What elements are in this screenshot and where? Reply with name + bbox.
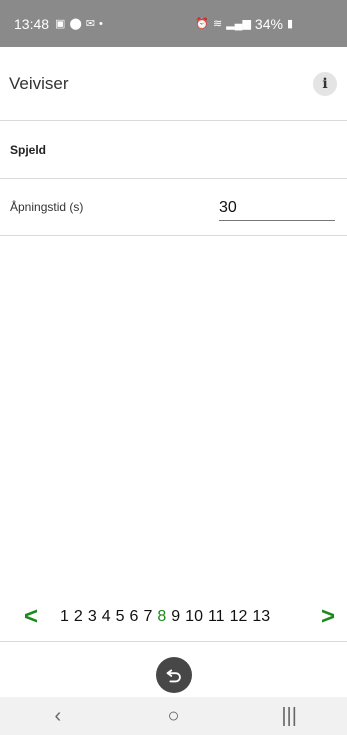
app-bar: Veiviser i bbox=[0, 47, 347, 121]
page-title: Veiviser bbox=[9, 73, 69, 93]
page-numbers: 1 2 3 4 5 6 7 8 9 10 11 12 13 bbox=[60, 608, 270, 626]
undo-button[interactable] bbox=[155, 657, 192, 693]
system-nav-bar: ‹ ○ ||| bbox=[0, 697, 347, 735]
status-left-icons: ▣ ⬤ ✉ • bbox=[55, 17, 103, 31]
notification-icon: ✉ bbox=[85, 18, 95, 30]
nav-recents-button[interactable]: ||| bbox=[259, 705, 319, 728]
field-label: Åpningstid (s) bbox=[10, 200, 84, 214]
section-header: Spjeld bbox=[0, 121, 347, 179]
page-number[interactable]: 5 bbox=[116, 608, 125, 626]
page-number[interactable]: 4 bbox=[102, 608, 111, 626]
info-button[interactable]: i bbox=[313, 71, 337, 96]
page-number[interactable]: 2 bbox=[74, 608, 83, 626]
page-number[interactable]: 9 bbox=[171, 608, 180, 626]
status-time: 13:48 bbox=[14, 15, 50, 32]
signal-icon: ▂▄▆ bbox=[226, 18, 251, 30]
wifi-icon: ≋ bbox=[212, 18, 223, 30]
battery-icon: ▮ bbox=[286, 18, 293, 30]
page-number[interactable]: 11 bbox=[208, 608, 225, 626]
nav-home-button[interactable]: ○ bbox=[143, 705, 203, 728]
page-number[interactable]: 10 bbox=[185, 608, 203, 626]
undo-icon bbox=[166, 669, 181, 683]
field-row: Åpningstid (s) bbox=[0, 179, 347, 236]
section-title: Spjeld bbox=[10, 142, 47, 157]
info-icon: i bbox=[322, 75, 328, 92]
page-number[interactable]: 6 bbox=[130, 608, 139, 626]
status-right-icons: ⏰ ≋ ▂▄▆ 34% ▮ bbox=[195, 16, 293, 32]
alarm-icon: ⏰ bbox=[195, 18, 209, 30]
opening-time-input[interactable] bbox=[219, 197, 335, 221]
nav-back-button[interactable]: ‹ bbox=[28, 705, 88, 728]
battery-percent: 34% bbox=[254, 15, 283, 32]
location-icon: ⬤ bbox=[69, 18, 82, 30]
page-number[interactable]: 12 bbox=[230, 608, 248, 626]
image-icon: ▣ bbox=[55, 18, 66, 30]
page-number[interactable]: 8 bbox=[157, 608, 166, 626]
page-number[interactable]: 7 bbox=[143, 608, 152, 626]
next-page-button[interactable]: > bbox=[321, 603, 335, 631]
page-number[interactable]: 1 bbox=[60, 608, 69, 626]
prev-page-button[interactable]: < bbox=[24, 603, 38, 631]
page-number[interactable]: 3 bbox=[88, 608, 97, 626]
dot-icon: • bbox=[98, 17, 103, 30]
status-bar: 13:48 ▣ ⬤ ✉ • ⏰ ≋ ▂▄▆ 34% ▮ bbox=[0, 0, 347, 47]
pager: < 1 2 3 4 5 6 7 8 9 10 11 12 13 > bbox=[0, 592, 347, 642]
page-number[interactable]: 13 bbox=[252, 608, 270, 626]
bottom-area bbox=[0, 642, 347, 697]
